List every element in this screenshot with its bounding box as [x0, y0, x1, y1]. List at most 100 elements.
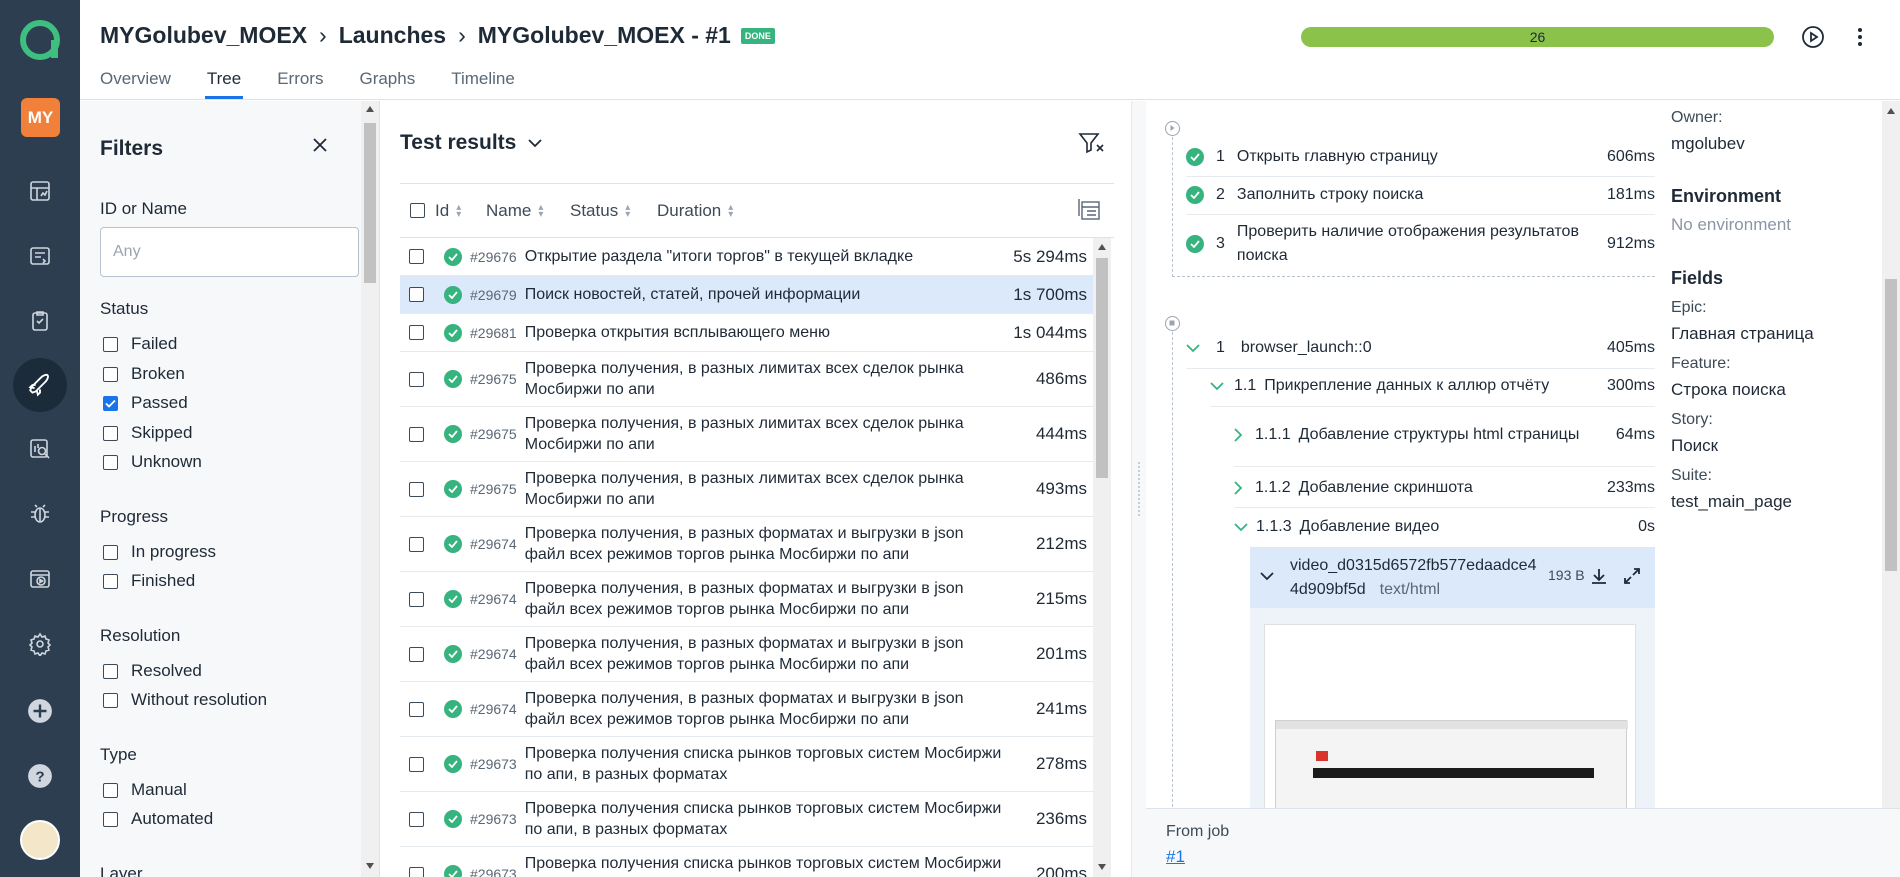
chevron-down-icon[interactable] [1260, 572, 1274, 581]
chevron-down-icon[interactable] [1210, 381, 1224, 391]
launches-rocket-icon[interactable] [13, 358, 67, 412]
checkbox-icon[interactable] [103, 336, 118, 352]
table-row[interactable]: #29675 Проверка получения, в разных лимит… [400, 352, 1093, 407]
jobs-play-icon[interactable] [20, 559, 60, 599]
table-row[interactable]: #29674 Проверка получения, в разных форма… [400, 627, 1093, 682]
checkbox-icon[interactable] [103, 663, 118, 679]
drag-handle-icon[interactable] [1137, 461, 1142, 516]
column-id[interactable]: Id ▴ ▾ [435, 201, 486, 221]
checkbox-icon[interactable] [103, 782, 118, 798]
analytics-search-icon[interactable] [20, 429, 60, 469]
table-row[interactable]: #29674 Проверка получения, в разных форма… [400, 517, 1093, 572]
clear-filter-icon[interactable] [1078, 131, 1106, 157]
progress-finished-checkbox[interactable]: Finished [103, 571, 195, 591]
column-duration[interactable]: Duration ▴ ▾ [657, 201, 733, 221]
resolution-resolved-checkbox[interactable]: Resolved [103, 661, 202, 681]
row-checkbox[interactable] [409, 325, 424, 340]
step-row[interactable]: 2 Заполнить строку поиска 181ms [1186, 181, 1655, 209]
resolution-without-checkbox[interactable]: Without resolution [103, 690, 267, 710]
table-row[interactable]: #29674 Проверка получения, в разных форма… [400, 572, 1093, 627]
project-avatar[interactable]: MY [21, 98, 60, 137]
help-question-icon[interactable]: ? [20, 756, 60, 796]
checkbox-icon[interactable] [103, 573, 118, 589]
type-manual-checkbox[interactable]: Manual [103, 780, 187, 800]
rerun-play-icon[interactable] [1800, 24, 1826, 50]
step-row[interactable]: 1.1.1 Добавление структуры html страницы… [1234, 410, 1655, 460]
checkbox-icon[interactable] [103, 454, 118, 470]
chevron-down-icon[interactable] [1234, 522, 1248, 532]
row-checkbox[interactable] [409, 536, 424, 552]
step-row[interactable]: 1 Открыть главную страницу 606ms [1186, 143, 1655, 171]
row-checkbox[interactable] [409, 701, 424, 717]
row-checkbox[interactable] [409, 481, 424, 497]
row-checkbox[interactable] [409, 287, 424, 302]
row-checkbox[interactable] [409, 811, 424, 827]
row-checkbox[interactable] [409, 426, 424, 442]
more-vertical-icon[interactable] [1847, 24, 1873, 50]
settings-gear-icon[interactable] [20, 624, 60, 664]
panel-splitter[interactable] [1131, 101, 1146, 877]
test-cases-icon[interactable] [20, 236, 60, 276]
details-scrollbar[interactable] [1882, 101, 1900, 808]
type-automated-checkbox[interactable]: Automated [103, 809, 213, 829]
checkbox-icon[interactable] [103, 692, 118, 708]
step-row[interactable]: 1.1.3 Добавление видео 0s [1234, 512, 1655, 542]
user-avatar[interactable] [20, 820, 60, 860]
scroll-down-icon[interactable] [365, 862, 375, 870]
table-row[interactable]: #29675 Проверка получения, в разных лимит… [400, 407, 1093, 462]
scrollbar-thumb[interactable] [1885, 279, 1897, 571]
chevron-right-icon[interactable] [1234, 481, 1243, 495]
allure-logo-icon[interactable] [19, 19, 61, 61]
table-row[interactable]: #29673 Проверка получения списка рынков т… [400, 792, 1093, 847]
table-row[interactable]: #29676 Открытие раздела "итоги торгов" в … [400, 238, 1093, 276]
add-plus-icon[interactable] [20, 691, 60, 731]
step-row[interactable]: 1.1 Прикрепление данных к аллюр отчёту 3… [1210, 371, 1655, 401]
scroll-up-icon[interactable] [1886, 107, 1896, 115]
column-status[interactable]: Status ▴ ▾ [570, 201, 657, 221]
results-scrollbar[interactable] [1093, 238, 1111, 877]
attachment-row[interactable]: video_d0315d6572fb577edaadce44d909bf5d te… [1250, 547, 1655, 608]
progress-in-progress-checkbox[interactable]: In progress [103, 542, 216, 562]
row-checkbox[interactable] [409, 756, 424, 772]
id-name-input[interactable] [100, 227, 359, 277]
dashboard-icon[interactable] [20, 171, 60, 211]
select-all-checkbox[interactable] [410, 203, 425, 218]
status-failed-checkbox[interactable]: Failed [103, 334, 177, 354]
tab-errors[interactable]: Errors [277, 69, 323, 99]
table-row[interactable]: #29681 Проверка открытия всплывающего мен… [400, 314, 1093, 352]
status-passed-checkbox[interactable]: Passed [103, 393, 188, 413]
row-checkbox[interactable] [409, 249, 424, 264]
scroll-down-icon[interactable] [1097, 863, 1107, 871]
step-row[interactable]: 1.1.2 Добавление скриншота 233ms [1234, 473, 1655, 503]
test-results-title[interactable]: Test results [400, 131, 542, 155]
checkbox-icon[interactable] [103, 425, 118, 441]
checkbox-icon[interactable] [103, 811, 118, 827]
column-name[interactable]: Name ▴ ▾ [486, 201, 570, 221]
tab-tree[interactable]: Tree [204, 69, 244, 99]
scroll-up-icon[interactable] [1097, 243, 1107, 251]
scroll-up-icon[interactable] [365, 105, 375, 113]
table-row[interactable]: #29673 Проверка получения списка рынков т… [400, 847, 1093, 877]
chevron-right-icon[interactable] [1234, 428, 1243, 442]
fixture-row[interactable]: 1 browser_launch::0 405ms [1186, 333, 1655, 363]
from-job-link[interactable]: #1 [1166, 847, 1185, 867]
table-row[interactable]: #29675 Проверка получения, в разных лимит… [400, 462, 1093, 517]
tab-timeline[interactable]: Timeline [451, 69, 515, 99]
attachment-preview[interactable] [1264, 624, 1636, 808]
status-skipped-checkbox[interactable]: Skipped [103, 423, 192, 443]
checkbox-icon[interactable] [103, 544, 118, 560]
breadcrumb-launches[interactable]: Launches [339, 22, 446, 49]
tab-overview[interactable]: Overview [100, 69, 171, 99]
breadcrumb-project[interactable]: MYGolubev_MOEX [100, 22, 307, 49]
test-plans-icon[interactable] [20, 301, 60, 341]
row-checkbox[interactable] [409, 866, 424, 877]
step-row[interactable]: 3 Проверить наличие отображения результа… [1186, 219, 1655, 269]
scrollbar-thumb[interactable] [1096, 258, 1108, 478]
defects-bug-icon[interactable] [20, 494, 60, 534]
row-checkbox[interactable] [409, 646, 424, 662]
checkbox-checked-icon[interactable] [103, 395, 118, 411]
column-settings-icon[interactable] [1078, 198, 1102, 222]
row-checkbox[interactable] [409, 371, 424, 387]
download-icon[interactable] [1590, 567, 1608, 585]
expand-icon[interactable] [1623, 567, 1641, 585]
